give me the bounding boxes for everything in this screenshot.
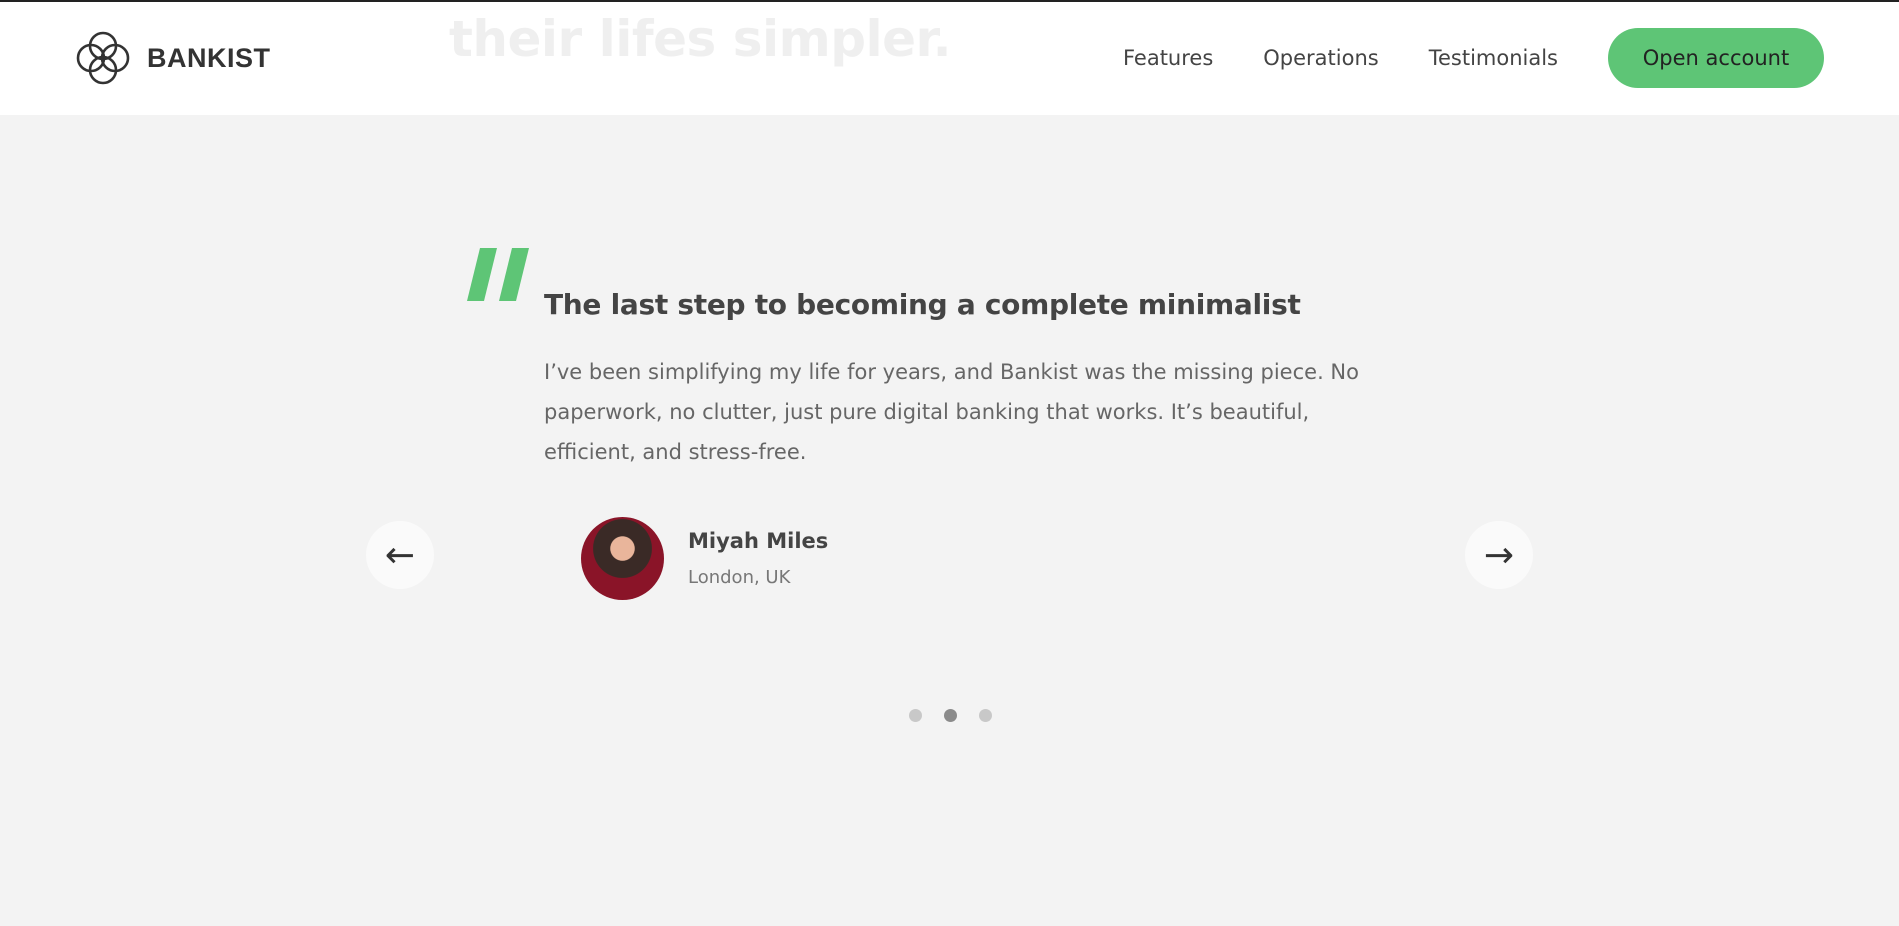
testimonial-author: Miyah Miles London, UK	[581, 517, 828, 600]
nav-link-features[interactable]: Features	[1123, 46, 1213, 70]
avatar	[581, 517, 664, 600]
author-name: Miyah Miles	[688, 529, 829, 553]
quote-icon	[467, 248, 529, 301]
slider-dot[interactable]	[979, 709, 992, 722]
top-border	[0, 0, 1899, 2]
slider-dots	[909, 709, 1014, 722]
logo-icon	[76, 31, 130, 85]
testimonial-heading: The last step to becoming a complete min…	[544, 288, 1301, 321]
logo-text: BANKIST	[147, 42, 271, 73]
author-info: Miyah Miles London, UK	[688, 529, 828, 588]
site-header: their lifes simpler. BANKIST Features Op…	[0, 0, 1899, 115]
open-account-button[interactable]: Open account	[1608, 28, 1824, 88]
nav-link-testimonials[interactable]: Testimonials	[1429, 46, 1558, 70]
slider-prev-button[interactable]: ←	[366, 521, 434, 589]
nav-link-operations[interactable]: Operations	[1263, 46, 1378, 70]
section-heading-behind-header: their lifes simpler.	[449, 10, 952, 68]
author-location: London, UK	[688, 567, 791, 588]
testimonial-text: I’ve been simplifying my life for years,…	[544, 360, 1359, 464]
main-nav: Features Operations Testimonials Open ac…	[1123, 28, 1824, 88]
logo[interactable]: BANKIST	[73, 28, 271, 88]
slider-dot[interactable]	[909, 709, 922, 722]
slider-dot-active[interactable]	[944, 709, 957, 722]
slider-next-button[interactable]: →	[1465, 521, 1533, 589]
testimonial-slider: ← →	[0, 115, 1899, 926]
